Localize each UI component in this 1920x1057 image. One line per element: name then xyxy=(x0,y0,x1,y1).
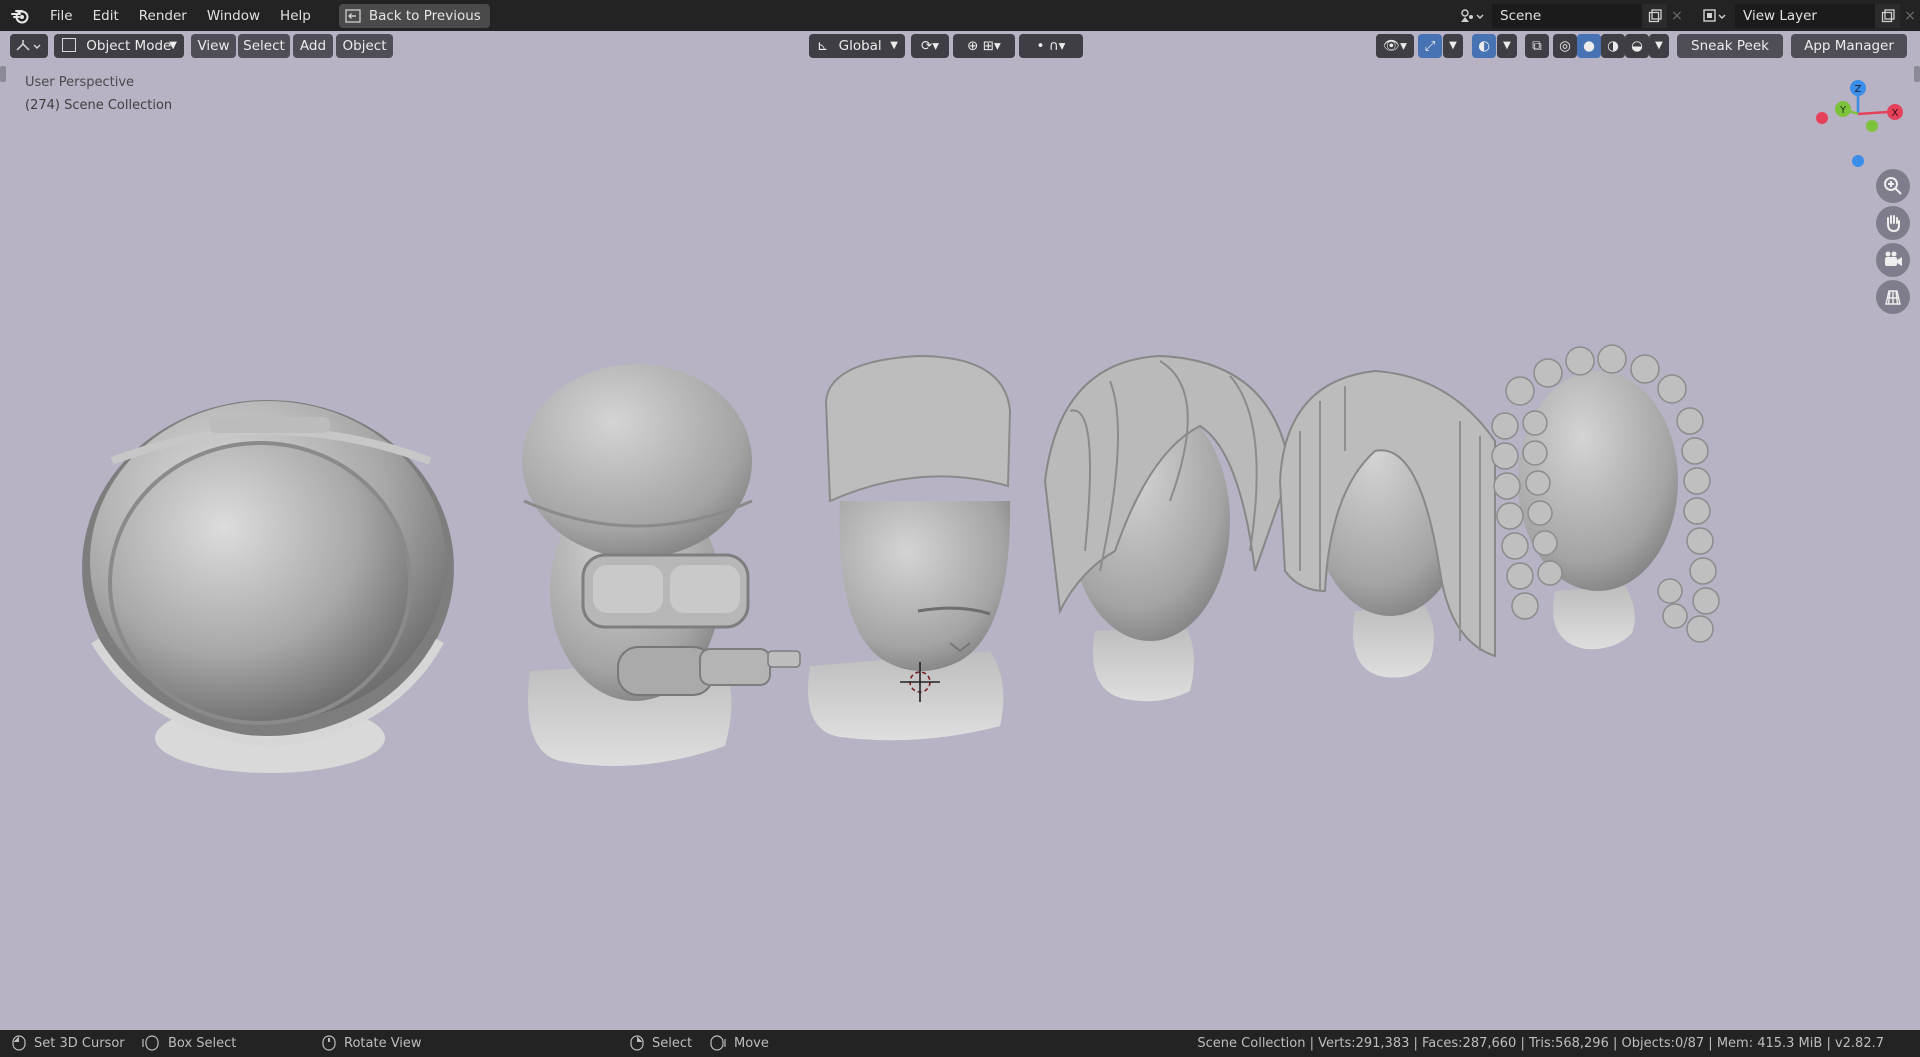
status-rotate-view: Rotate View xyxy=(322,1035,422,1051)
select-menu[interactable]: Select xyxy=(238,34,290,58)
delete-view-layer-icon[interactable]: × xyxy=(1900,8,1920,24)
editor-type-icon[interactable] xyxy=(10,34,48,58)
set-cursor-label: Set 3D Cursor xyxy=(34,1035,125,1051)
object-mode-label: Object Mode xyxy=(86,38,172,54)
rendered-shading-icon[interactable]: ◒ xyxy=(1625,34,1649,58)
status-bar: Set 3D Cursor Box Select Rotate View Sel… xyxy=(0,1030,1920,1057)
back-arrow-icon xyxy=(345,8,361,23)
mouse-middle-icon xyxy=(322,1035,336,1051)
move-label: Move xyxy=(734,1035,769,1051)
viewport-header: Object Mode ▼ View Select Add Object ⊾ G… xyxy=(0,31,1920,63)
status-set-cursor: Set 3D Cursor xyxy=(12,1035,125,1051)
gizmo-toggle-icon[interactable]: ⤢ xyxy=(1418,34,1442,58)
grid-ortho-icon[interactable] xyxy=(1876,280,1910,314)
add-menu[interactable]: Add xyxy=(293,34,333,58)
snapping-icon[interactable]: ⊕ ⊞▾ xyxy=(953,34,1015,58)
pivot-point-icon[interactable]: ⟳▾ xyxy=(911,34,949,58)
xray-toggle-icon[interactable]: ⧉ xyxy=(1525,34,1549,58)
menu-render[interactable]: Render xyxy=(129,4,197,28)
pan-hand-icon[interactable] xyxy=(1876,206,1910,240)
overlays-toggle-icon[interactable]: ◐ xyxy=(1472,34,1496,58)
sneak-peek-button[interactable]: Sneak Peek xyxy=(1677,34,1783,58)
astronaut-helmet-model xyxy=(82,400,454,773)
status-select: Select xyxy=(630,1035,692,1051)
braided-hair-model xyxy=(1491,344,1720,650)
mouse-drag-icon xyxy=(142,1035,159,1051)
blender-logo-icon[interactable] xyxy=(10,6,30,26)
status-move: Move xyxy=(710,1035,769,1051)
back-to-previous-button[interactable]: Back to Previous xyxy=(338,3,490,28)
mouse-left-icon xyxy=(12,1035,26,1051)
mouse-drag-right-icon xyxy=(710,1035,726,1051)
svg-text:Z: Z xyxy=(1855,84,1862,95)
select-label: Select xyxy=(652,1035,693,1051)
scene-statistics: Scene Collection | Verts:291,383 | Faces… xyxy=(1197,1036,1884,1051)
collection-label: (274) Scene Collection xyxy=(25,98,173,113)
view-name-label: User Perspective xyxy=(25,75,135,90)
visibility-eye-icon[interactable]: 👁▾ xyxy=(1376,34,1414,58)
scene-render xyxy=(82,344,1720,773)
material-shading-icon[interactable]: ◑ xyxy=(1601,34,1625,58)
toolbar-toggle-icon[interactable] xyxy=(0,66,6,82)
back-to-previous-label: Back to Previous xyxy=(368,7,481,24)
box-select-label: Box Select xyxy=(168,1035,237,1051)
top-bar: File Edit Render Window Help Back to Pre… xyxy=(0,0,1920,31)
wireframe-shading-icon[interactable]: ◎ xyxy=(1553,34,1577,58)
rotate-view-label: Rotate View xyxy=(344,1035,422,1051)
menu-help[interactable]: Help xyxy=(270,4,321,28)
menu-file[interactable]: File xyxy=(40,4,83,28)
camera-icon[interactable] xyxy=(1876,243,1910,277)
navigation-gizmo[interactable]: Z Y X xyxy=(1808,74,1908,174)
workspace-selectors: Scene × View Layer × xyxy=(1452,3,1920,28)
scene-name-field[interactable]: Scene xyxy=(1492,3,1642,28)
zoom-icon[interactable] xyxy=(1876,169,1910,203)
sidebar-toggle-icon[interactable] xyxy=(1914,66,1920,82)
shading-chevron-icon[interactable]: ▼ xyxy=(1649,34,1669,58)
long-hair-model xyxy=(1278,369,1496,678)
svg-text:Y: Y xyxy=(1839,105,1847,116)
orientation-axes-icon: ⊾ xyxy=(817,38,829,54)
gizmo-chevron-icon[interactable]: ▼ xyxy=(1443,34,1463,58)
chevron-down-icon: ▼ xyxy=(890,40,898,51)
new-scene-icon[interactable] xyxy=(1642,3,1667,28)
transform-orientation-dropdown[interactable]: ⊾ Global ▼ xyxy=(809,34,905,58)
object-mode-dropdown[interactable]: Object Mode ▼ xyxy=(54,34,184,58)
svg-text:X: X xyxy=(1892,108,1899,119)
3d-viewport[interactable]: Object Mode ▼ View Select Add Object ⊾ G… xyxy=(0,31,1920,1030)
menu-edit[interactable]: Edit xyxy=(83,4,129,28)
object-mode-icon xyxy=(62,38,76,52)
view-layer-icon[interactable] xyxy=(1695,3,1735,28)
transform-orientation-label: Global xyxy=(838,38,882,54)
spiky-hair-model xyxy=(1043,354,1292,702)
delete-scene-icon[interactable]: × xyxy=(1667,8,1687,24)
flattop-head-model xyxy=(808,354,1012,741)
object-menu[interactable]: Object xyxy=(336,34,393,58)
menu-window[interactable]: Window xyxy=(197,4,270,28)
diver-head-model xyxy=(522,364,801,766)
scene-type-icon[interactable] xyxy=(1452,3,1492,28)
status-box-select: Box Select xyxy=(142,1035,236,1051)
app-manager-button[interactable]: App Manager xyxy=(1791,34,1907,58)
view-menu[interactable]: View xyxy=(191,34,236,58)
solid-shading-icon[interactable]: ● xyxy=(1577,34,1601,58)
chevron-down-icon: ▼ xyxy=(169,40,177,51)
new-view-layer-icon[interactable] xyxy=(1875,3,1900,28)
overlays-chevron-icon[interactable]: ▼ xyxy=(1497,34,1517,58)
view-layer-field[interactable]: View Layer xyxy=(1735,3,1875,28)
proportional-editing-icon[interactable]: • ∩▾ xyxy=(1019,34,1083,58)
mouse-right-icon xyxy=(630,1035,644,1051)
